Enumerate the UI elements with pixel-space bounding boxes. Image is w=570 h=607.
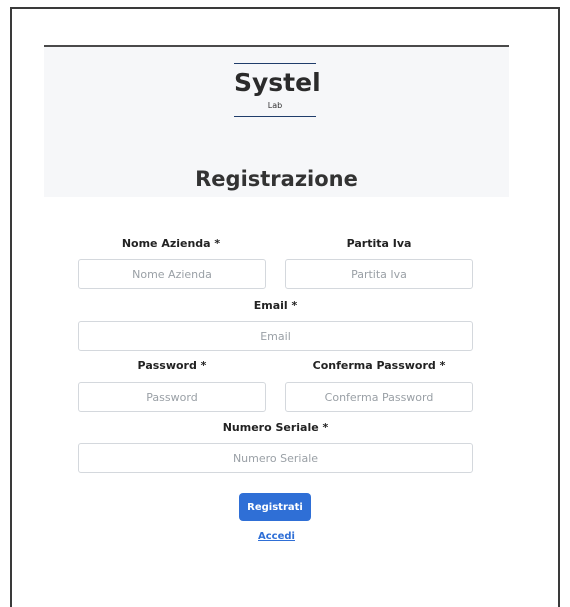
register-button[interactable]: Registrati (239, 493, 311, 521)
confirm-password-input[interactable] (285, 382, 473, 412)
login-link[interactable]: Accedi (44, 531, 509, 542)
vat-number-input[interactable] (285, 259, 473, 289)
logo-top-line (234, 63, 316, 64)
email-label: Email * (253, 299, 298, 312)
serial-number-label: Numero Seriale * (222, 421, 329, 434)
password-label: Password * (137, 359, 207, 372)
page-title: Registrazione (195, 167, 358, 191)
password-input[interactable] (78, 382, 266, 412)
company-name-label: Nome Azienda * (121, 237, 221, 250)
email-input[interactable] (78, 321, 473, 351)
logo-bottom-line (234, 116, 316, 117)
logo: Systel Lab (234, 63, 321, 117)
company-name-input[interactable] (78, 259, 266, 289)
logo-subtitle: Lab (267, 101, 283, 110)
logo-title: Systel (234, 68, 321, 97)
vat-number-label: Partita Iva (346, 237, 412, 250)
registration-card: Systel Lab Registrazione Nome Azienda * … (44, 45, 509, 575)
confirm-password-label: Conferma Password * (312, 359, 446, 372)
serial-number-input[interactable] (78, 443, 473, 473)
window-frame: Systel Lab Registrazione Nome Azienda * … (10, 7, 560, 607)
